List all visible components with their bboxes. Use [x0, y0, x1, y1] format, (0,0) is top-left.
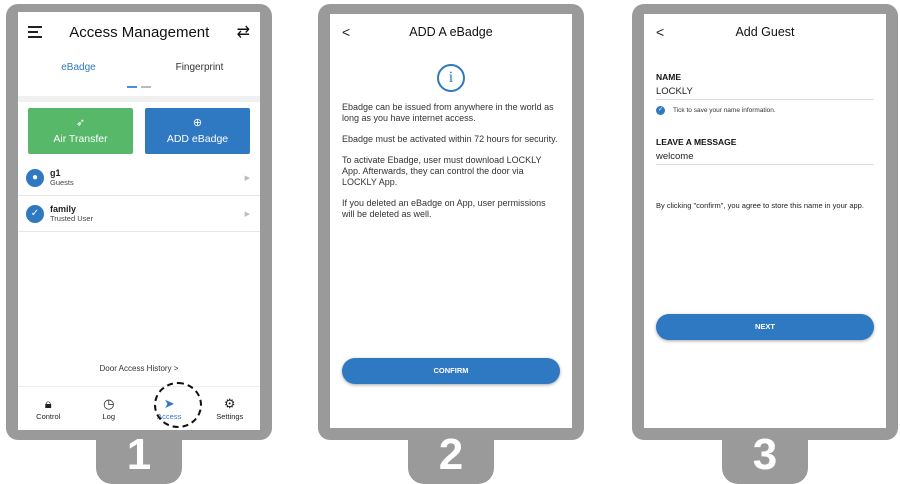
name-field[interactable]: LOCKLY — [656, 86, 874, 100]
shield-check-icon: ✓ — [26, 204, 44, 223]
plus-circle-icon: ⊕ — [192, 116, 203, 129]
step-2-frame: < ADD A eBadge i Ebadge can be issued fr… — [318, 4, 584, 484]
step-badge: 2 — [408, 430, 494, 484]
gear-icon: ⚙ — [223, 395, 236, 411]
step-number: 3 — [752, 430, 778, 479]
clock-icon: ◷ — [103, 395, 115, 411]
confirm-button[interactable]: CONFIRM — [342, 358, 560, 384]
menu-icon[interactable] — [28, 26, 42, 38]
user-role: Guests — [50, 178, 74, 187]
step-3-frame: < Add Guest NAME LOCKLY ✓ Tick to save y… — [632, 4, 898, 484]
check-icon: ✓ — [656, 106, 665, 115]
action-buttons: ➶ Air Transfer ⊕ ADD eBadge — [18, 102, 260, 160]
door-access-history-link[interactable]: Door Access History > — [18, 364, 260, 373]
message-label: LEAVE A MESSAGE — [656, 137, 737, 147]
name-label: NAME — [656, 72, 682, 82]
next-button[interactable]: NEXT — [656, 314, 874, 340]
page-title: Access Management — [69, 23, 210, 41]
lock-icon: 🔒︎ — [44, 395, 52, 411]
step-badge: 3 — [722, 430, 808, 484]
user-name: family — [50, 204, 77, 214]
tab-fingerprint[interactable]: Fingerprint — [139, 62, 260, 73]
header: < ADD A eBadge — [330, 14, 572, 50]
chevron-right-icon: ▶ — [244, 174, 250, 182]
back-icon[interactable]: < — [342, 24, 350, 40]
access-management-screen: Access Management ⇄ eBadge Fingerprint ➶… — [18, 12, 260, 430]
user-role: Trusted User — [50, 214, 94, 223]
tab-ebadge[interactable]: eBadge — [18, 62, 139, 73]
user-icon: ● — [26, 168, 44, 187]
list-item[interactable]: ● g1 Guests ▶ — [18, 160, 260, 196]
air-transfer-button[interactable]: ➶ Air Transfer — [28, 108, 133, 154]
user-text: g1 Guests — [50, 168, 245, 187]
nav-label: Log — [102, 411, 115, 421]
add-ebadge-screen: < ADD A eBadge i Ebadge can be issued fr… — [330, 14, 572, 428]
page-indicator — [18, 82, 260, 92]
info-paragraph: Ebadge must be activated within 72 hours… — [342, 134, 558, 144]
add-guest-screen: < Add Guest NAME LOCKLY ✓ Tick to save y… — [644, 14, 886, 428]
message-field[interactable]: welcome — [656, 151, 874, 165]
tick-text: Tick to save your name information. — [673, 107, 776, 114]
step-badge: 1 — [96, 430, 182, 484]
add-ebadge-button[interactable]: ⊕ ADD eBadge — [145, 108, 250, 154]
nav-control[interactable]: 🔒︎ Control — [18, 387, 79, 430]
info-icon: i — [437, 64, 465, 92]
info-paragraph: To activate Ebadge, user must download L… — [342, 155, 542, 187]
step-1-frame: Access Management ⇄ eBadge Fingerprint ➶… — [6, 4, 272, 484]
bottom-nav: 🔒︎ Control ◷ Log ➤ Access ⚙ Settings — [18, 386, 260, 430]
step-number: 1 — [126, 430, 152, 479]
tab-bar: eBadge Fingerprint — [18, 52, 260, 82]
user-name: g1 — [50, 168, 61, 178]
info-paragraph: Ebadge can be issued from anywhere in th… — [342, 102, 554, 123]
agreement-text: By clicking "confirm", you agree to stor… — [656, 201, 864, 210]
header: Access Management ⇄ — [18, 12, 260, 52]
chevron-right-icon: ▶ — [244, 210, 250, 218]
nav-label: Control — [36, 411, 61, 421]
back-icon[interactable]: < — [656, 24, 664, 40]
info-paragraph: If you deleted an eBadge on App, user pe… — [342, 198, 546, 219]
save-name-checkbox[interactable]: ✓ Tick to save your name information. — [644, 106, 886, 115]
header: < Add Guest — [644, 14, 886, 50]
nav-log[interactable]: ◷ Log — [79, 387, 140, 430]
list-item[interactable]: ✓ family Trusted User ▶ — [18, 196, 260, 232]
nav-label: Settings — [216, 411, 244, 421]
user-text: family Trusted User — [50, 204, 245, 223]
paper-plane-icon: ➶ — [75, 116, 86, 129]
page-title: ADD A eBadge — [409, 25, 493, 39]
step-number: 2 — [438, 430, 464, 479]
highlight-circle — [154, 382, 202, 428]
air-transfer-label: Air Transfer — [53, 132, 108, 145]
add-ebadge-label: ADD eBadge — [166, 132, 229, 145]
nav-settings[interactable]: ⚙ Settings — [200, 387, 261, 430]
swap-icon[interactable]: ⇄ — [237, 22, 250, 42]
page-title: Add Guest — [735, 25, 795, 39]
